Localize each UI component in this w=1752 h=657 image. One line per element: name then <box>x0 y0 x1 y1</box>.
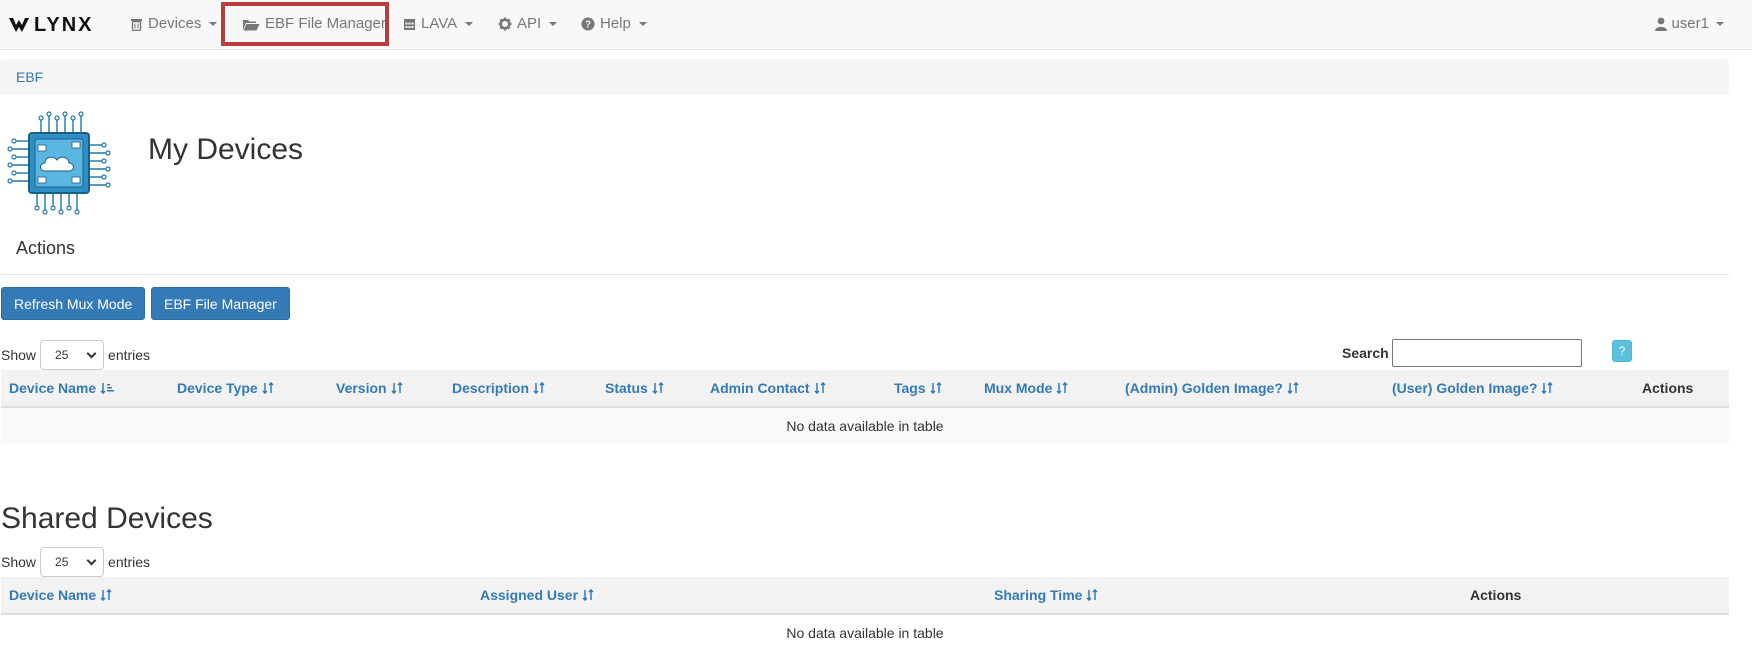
nav-devices-label: Devices <box>148 15 202 32</box>
entries-select[interactable]: 25 <box>40 340 105 370</box>
search-label: Search <box>1342 345 1389 361</box>
lynx-logo-icon <box>9 18 29 32</box>
refresh-mux-mode-button[interactable]: Refresh Mux Mode <box>1 287 146 320</box>
chevron-down-icon <box>465 22 474 26</box>
chevron-down-icon <box>86 348 97 358</box>
my-devices-table-header: Device Name Device Type Version Descript… <box>1 370 1729 408</box>
brand-name: LYNX <box>34 13 94 36</box>
ebf-file-manager-button[interactable]: EBF File Manager <box>151 287 290 320</box>
nav-devices-dropdown[interactable]: Devices <box>130 0 218 48</box>
sort-icon <box>1086 589 1098 601</box>
show-label: Show <box>1 554 37 570</box>
entries-length-control: Show 25 entries <box>1 340 150 370</box>
breadcrumb-link-ebf[interactable]: EBF <box>16 69 43 85</box>
breadcrumb: EBF <box>0 59 1729 95</box>
question-circle-icon: ? <box>581 17 595 31</box>
user-name: user1 <box>1671 15 1709 32</box>
nav-ebf-file-manager-label: EBF File Manager <box>265 15 386 32</box>
svg-text:?: ? <box>585 20 591 31</box>
column-admin-contact[interactable]: Admin Contact <box>710 370 826 406</box>
user-icon <box>1655 17 1668 31</box>
divider <box>0 274 1729 275</box>
column-device-type[interactable]: Device Type <box>177 370 274 406</box>
column-version[interactable]: Version <box>336 370 403 406</box>
column-device-name[interactable]: Device Name <box>9 577 112 613</box>
entries-select-value: 25 <box>55 348 69 362</box>
brand-logo[interactable]: LYNX <box>8 14 94 36</box>
user-menu-dropdown[interactable]: user1 <box>1655 0 1724 48</box>
sort-icon <box>582 589 594 601</box>
column-actions: Actions <box>1470 587 1522 603</box>
sort-icon <box>1541 382 1553 394</box>
nav-lava-dropdown[interactable]: LAVA <box>403 0 474 48</box>
entries-label: entries <box>108 554 151 570</box>
chevron-down-icon <box>638 22 647 26</box>
sort-icon <box>1056 382 1068 394</box>
chevron-down-icon <box>86 555 97 565</box>
column-status[interactable]: Status <box>605 370 664 406</box>
shared-entries-select[interactable]: 25 <box>40 547 105 577</box>
shared-devices-title: Shared Devices <box>1 502 213 535</box>
shared-entries-length-control: Show 25 entries <box>1 547 150 577</box>
help-button[interactable]: ? <box>1612 340 1632 362</box>
nav-help-label: Help <box>600 15 631 32</box>
column-assigned-user[interactable]: Assigned User <box>480 577 594 613</box>
column-sharing-time[interactable]: Sharing Time <box>994 577 1098 613</box>
shared-devices-table-header: Device Name Assigned User Sharing Time A… <box>1 577 1729 615</box>
column-mux-mode[interactable]: Mux Mode <box>984 370 1068 406</box>
sort-icon <box>814 382 826 394</box>
entries-select-value: 25 <box>55 555 69 569</box>
column-description[interactable]: Description <box>452 370 545 406</box>
trash-can-icon <box>131 19 142 31</box>
sort-icon <box>652 382 664 394</box>
nav-api-dropdown[interactable]: API <box>498 0 558 48</box>
chip-logo-icon <box>7 111 111 215</box>
sort-icon <box>262 382 274 394</box>
nav-ebf-file-manager[interactable]: EBF File Manager <box>242 0 386 48</box>
sort-icon <box>1287 382 1299 394</box>
sort-asc-icon <box>100 383 115 394</box>
gear-icon <box>498 17 512 31</box>
calendar-icon <box>404 19 415 30</box>
page-title: My Devices <box>148 133 304 166</box>
column-user-golden-image[interactable]: (User) Golden Image? <box>1392 370 1553 406</box>
actions-heading: Actions <box>16 238 76 258</box>
nav-help-dropdown[interactable]: ? Help <box>581 0 647 48</box>
nav-api-label: API <box>517 15 542 32</box>
search-input[interactable] <box>1392 339 1582 367</box>
sort-icon <box>930 382 942 394</box>
column-admin-golden-image[interactable]: (Admin) Golden Image? <box>1125 370 1299 406</box>
top-navbar: LYNX Devices EBF File Manager LAVA API ?… <box>0 0 1752 50</box>
sort-icon <box>100 589 112 601</box>
folder-open-icon <box>243 19 260 30</box>
sort-icon <box>533 382 545 394</box>
chevron-down-icon <box>1716 22 1724 26</box>
column-tags[interactable]: Tags <box>894 370 942 406</box>
nav-lava-label: LAVA <box>421 15 458 32</box>
chevron-down-icon <box>209 22 218 26</box>
column-actions: Actions <box>1642 380 1694 396</box>
empty-table-row: No data available in table <box>1 615 1729 651</box>
column-device-name[interactable]: Device Name <box>9 370 115 406</box>
show-label: Show <box>1 347 37 363</box>
empty-table-row: No data available in table <box>1 408 1729 444</box>
sort-icon <box>391 382 403 394</box>
chevron-down-icon <box>549 22 558 26</box>
entries-label: entries <box>108 347 151 363</box>
